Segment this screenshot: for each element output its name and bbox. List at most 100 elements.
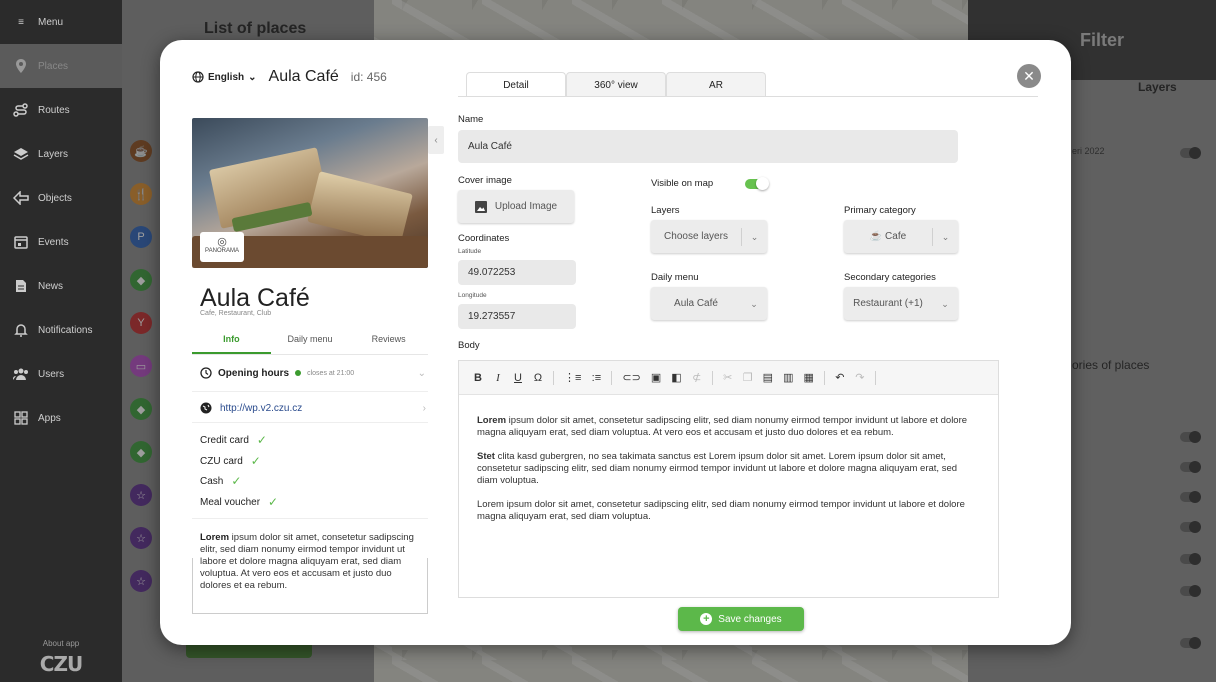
- sidebar-item-label: Apps: [38, 412, 61, 424]
- daily-menu-value: Aula Café: [674, 298, 718, 309]
- omega-icon[interactable]: Ω: [533, 372, 543, 384]
- menu-button[interactable]: ≡ Menu: [0, 0, 122, 44]
- chevron-left-icon: ‹: [434, 134, 438, 146]
- longitude-field[interactable]: 19.273557: [458, 304, 576, 329]
- cut-icon[interactable]: ✂: [723, 371, 733, 384]
- toolbar-divider: [611, 370, 613, 385]
- place-id: id: 456: [350, 70, 387, 84]
- toolbar-divider: [874, 370, 876, 385]
- body-editor[interactable]: B I U Ω ⋮≡ :≡ ⊂⊃ ▣ ◧ ⊄ ✂ ❐ ▤ ▥ ▦ ↶ ↷ Lor…: [458, 360, 999, 598]
- tab-360-view[interactable]: 360° view: [566, 72, 666, 97]
- editor-content[interactable]: Lorem ipsum dolor sit amet, consetetur s…: [459, 395, 998, 555]
- website-link[interactable]: http://wp.v2.czu.cz: [220, 403, 302, 414]
- visible-on-map-toggle[interactable]: [745, 177, 769, 190]
- tab-detail[interactable]: Detail: [466, 72, 566, 97]
- ordered-list-icon[interactable]: ⋮≡: [564, 371, 581, 384]
- layers-label: Layers: [651, 205, 680, 216]
- website-row[interactable]: http://wp.v2.czu.cz ›: [200, 402, 426, 414]
- panorama-button[interactable]: ◎ PANORAMA: [200, 232, 244, 262]
- modal-tabs: Detail 360° view AR: [466, 72, 766, 97]
- sidebar-item-objects[interactable]: Objects: [0, 176, 122, 220]
- about-app[interactable]: About app CZU: [0, 639, 122, 676]
- name-field[interactable]: Aula Café: [458, 130, 958, 163]
- sidebar-item-label: Layers: [38, 148, 69, 160]
- undo-icon[interactable]: ↶: [835, 371, 845, 384]
- close-button[interactable]: ✕: [1017, 64, 1041, 88]
- tab-daily-menu[interactable]: Daily menu: [271, 334, 350, 354]
- place-name: Aula Café: [200, 284, 310, 312]
- upload-image-button[interactable]: Upload Image: [458, 190, 574, 223]
- primary-category-value: Cafe: [885, 231, 907, 242]
- sidebar-item-events[interactable]: Events: [0, 220, 122, 264]
- primary-category-label: Primary category: [844, 205, 916, 216]
- save-changes-button[interactable]: + Save changes: [678, 607, 804, 631]
- hamburger-icon: ≡: [18, 16, 24, 28]
- paste-text-icon[interactable]: ▥: [783, 371, 793, 384]
- italic-icon[interactable]: I: [493, 372, 503, 384]
- primary-category-select[interactable]: ☕ Cafe ⌄: [844, 220, 958, 253]
- paragraph-text: clita kasd gubergren, no sea takimata sa…: [477, 451, 958, 486]
- sidebar-item-label: News: [38, 280, 64, 292]
- copy-icon[interactable]: ❐: [743, 371, 753, 384]
- payment-item: Credit card ✓: [200, 433, 267, 447]
- sidebar-item-notifications[interactable]: Notifications: [0, 308, 122, 352]
- layers-select[interactable]: Choose layers ⌄: [651, 220, 767, 253]
- check-icon: ✓: [250, 454, 261, 468]
- opening-hours-row[interactable]: Opening hours closes at 21:00 ⌄: [200, 367, 426, 379]
- redo-icon[interactable]: ↷: [855, 371, 865, 384]
- about-label: About app: [42, 639, 80, 648]
- media-icon[interactable]: ◧: [671, 371, 681, 384]
- calendar-icon: [12, 233, 30, 251]
- objects-icon: [12, 189, 30, 207]
- plus-icon: +: [700, 613, 713, 625]
- image-insert-icon[interactable]: ▣: [651, 371, 661, 384]
- globe-icon: [192, 71, 204, 83]
- latitude-field[interactable]: 49.072253: [458, 260, 576, 285]
- daily-menu-select[interactable]: Aula Café ⌄: [651, 287, 767, 320]
- cafe-icon: ☕ Cafe: [869, 231, 907, 242]
- globe-icon: [200, 402, 212, 414]
- layers-icon: [12, 145, 30, 163]
- daily-menu-label: Daily menu: [651, 272, 699, 283]
- sidebar-item-apps[interactable]: Apps: [0, 396, 122, 440]
- payment-label: Meal voucher: [200, 496, 261, 508]
- toolbar-divider: [823, 370, 825, 385]
- apps-icon: [12, 409, 30, 427]
- status-dot: [295, 370, 302, 376]
- sidebar-item-label: Places: [38, 60, 69, 72]
- latitude-label: Latitude: [458, 248, 482, 255]
- tab-ar[interactable]: AR: [666, 72, 766, 97]
- latitude-value: 49.072253: [468, 267, 516, 278]
- sidebar-item-places[interactable]: Places: [0, 44, 122, 88]
- close-icon: ✕: [1023, 67, 1035, 84]
- bold-icon[interactable]: B: [473, 372, 483, 384]
- cover-image-label: Cover image: [458, 175, 512, 186]
- body-paragraph: Lorem ipsum dolor sit amet, consetetur s…: [477, 415, 980, 439]
- toolbar-divider: [711, 370, 713, 385]
- sidebar-item-layers[interactable]: Layers: [0, 132, 122, 176]
- sidebar-item-routes[interactable]: Routes: [0, 88, 122, 132]
- image-icon: [474, 200, 487, 213]
- secondary-categories-value: Restaurant (+1): [853, 298, 923, 309]
- paste-word-icon[interactable]: ▦: [803, 371, 813, 384]
- modal-header: English ⌄ Aula Café id: 456: [192, 68, 387, 86]
- bullet-list-icon[interactable]: :≡: [591, 372, 601, 384]
- editor-toolbar: B I U Ω ⋮≡ :≡ ⊂⊃ ▣ ◧ ⊄ ✂ ❐ ▤ ▥ ▦ ↶ ↷: [459, 361, 998, 395]
- sidebar-item-news[interactable]: News: [0, 264, 122, 308]
- chevron-down-icon: ⌄: [941, 298, 949, 309]
- sidebar-item-users[interactable]: Users: [0, 352, 122, 396]
- tab-reviews[interactable]: Reviews: [349, 334, 428, 354]
- check-icon: ✓: [231, 474, 242, 488]
- tab-info[interactable]: Info: [192, 334, 271, 354]
- chevron-right-icon: ›: [422, 402, 426, 414]
- underline-icon[interactable]: U: [513, 372, 523, 384]
- link-icon[interactable]: ⊂⊃: [622, 371, 640, 384]
- users-icon: [12, 365, 30, 383]
- paste-icon[interactable]: ▤: [763, 371, 773, 384]
- unlink-icon[interactable]: ⊄: [692, 371, 702, 384]
- collapse-photo-button[interactable]: ‹: [428, 126, 444, 154]
- coordinates-label: Coordinates: [458, 233, 510, 244]
- divider: [192, 422, 428, 423]
- secondary-categories-select[interactable]: Restaurant (+1) ⌄: [844, 287, 958, 320]
- language-select[interactable]: English ⌄: [192, 71, 257, 83]
